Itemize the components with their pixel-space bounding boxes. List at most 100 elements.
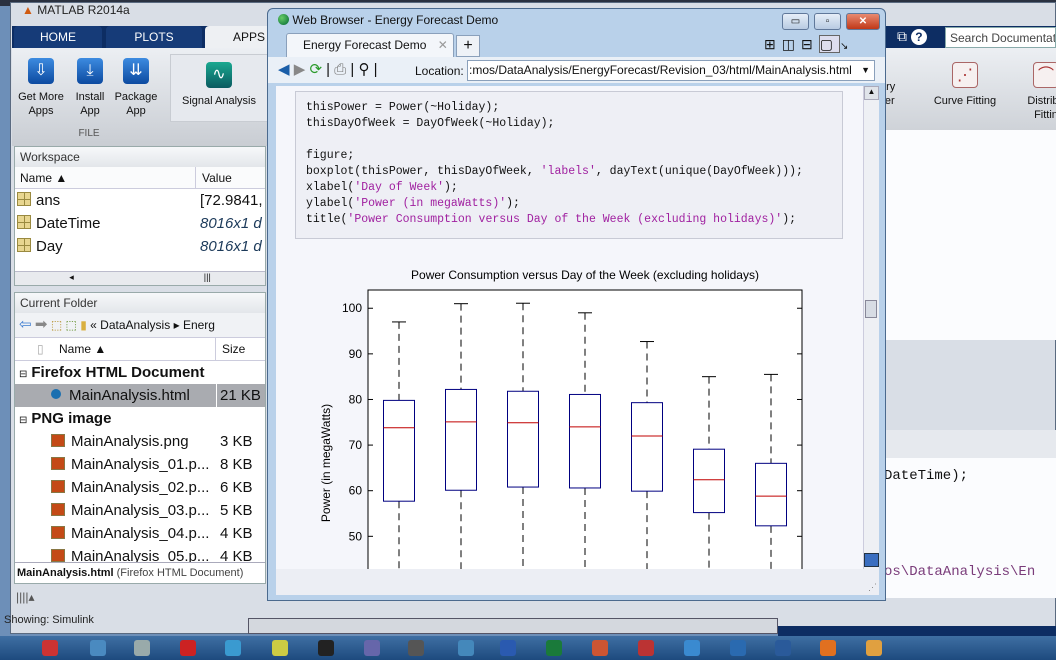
scroll-down-arrow-icon[interactable] (864, 553, 879, 567)
get-more-apps-button[interactable]: ⇩ Get More Apps (16, 58, 66, 118)
html-file-icon (51, 389, 61, 399)
status-bar (248, 618, 778, 634)
file-row[interactable]: MainAnalysis.png 3 KB (15, 430, 265, 453)
search-documentation-input[interactable]: Search Documentation (945, 27, 1056, 48)
col-value[interactable]: Value (195, 167, 232, 189)
distribution-fitting-app[interactable]: ⌒ Distribu Fittin (1018, 62, 1056, 122)
file-row[interactable]: MainAnalysis.html 21 KB (15, 384, 265, 407)
file-row[interactable]: MainAnalysis_03.p... 5 KB (15, 499, 265, 522)
matrix-icon (17, 238, 31, 252)
print-icon[interactable]: ⎙ (334, 61, 346, 78)
scroll-thumb[interactable] (865, 300, 877, 318)
signal-analysis-app[interactable]: ∿ Signal Analysis (178, 62, 260, 108)
taskbar-app-icon[interactable] (500, 640, 516, 656)
tile-vertical-icon[interactable]: ◫ (782, 36, 801, 52)
matrix-icon (17, 215, 31, 229)
taskbar-app-icon[interactable] (638, 640, 654, 656)
taskbar-app-icon[interactable] (364, 640, 380, 656)
command-window-header (886, 430, 1056, 458)
taskbar-app-icon[interactable] (134, 640, 150, 656)
forward-icon[interactable]: ➡ (35, 316, 48, 333)
refresh-icon[interactable]: ⟳ (309, 61, 322, 78)
taskbar-app-icon[interactable] (684, 640, 700, 656)
web-browser-window: Web Browser - Energy Forecast Demo ▭ ▫ ✕… (267, 8, 886, 601)
file-size: 5 KB (220, 502, 253, 519)
vertical-scrollbar[interactable]: ▲ (863, 86, 879, 569)
find-binoculars-icon[interactable]: ⚲ (359, 61, 370, 78)
folder-header: ▯ Name ▲ Size (15, 337, 265, 361)
file-name: MainAnalysis.html (69, 387, 190, 404)
file-size: 3 KB (220, 433, 253, 450)
file-row[interactable]: MainAnalysis_01.p... 8 KB (15, 453, 265, 476)
taskbar-app-icon[interactable] (546, 640, 562, 656)
workspace-header: Name ▲ Value (15, 167, 265, 189)
col-name[interactable]: Name ▲ (59, 338, 106, 360)
close-button[interactable]: ✕ (846, 13, 880, 30)
var-name-text: Day (36, 238, 63, 255)
file-size: 4 KB (220, 525, 253, 542)
tab-energy-forecast-demo[interactable]: Energy Forecast Demo ✕ (286, 33, 454, 57)
scroll-up-arrow-icon[interactable]: ▲ (864, 86, 879, 100)
tile-horizontal-icon[interactable]: ⊟ (801, 36, 819, 52)
group-header[interactable]: ⊟ PNG image (15, 407, 265, 430)
file-details: MainAnalysis.html (Firefox HTML Document… (15, 562, 265, 582)
png-file-icon (51, 549, 65, 562)
tab-home[interactable]: HOME (14, 26, 102, 48)
taskbar-app-icon[interactable] (408, 640, 424, 656)
minimize-button[interactable]: ▭ (782, 13, 809, 30)
taskbar-app-icon[interactable] (90, 640, 106, 656)
horizontal-scrollbar[interactable]: ◂ ||| (15, 271, 265, 285)
help-icon[interactable]: ? (910, 29, 927, 45)
breadcrumb-0[interactable]: « DataAnalysis (90, 318, 170, 332)
curve-fit-icon: ⋰ (952, 62, 978, 88)
browse-folder-icon[interactable]: ⬚ (66, 318, 77, 332)
package-app-button[interactable]: ⇊ Package App (112, 58, 160, 118)
group-header[interactable]: ⊟ Firefox HTML Document (15, 361, 265, 384)
tab-plots[interactable]: PLOTS (106, 26, 202, 48)
workspace-row[interactable]: Day 8016x1 d (15, 235, 265, 258)
workspace-row[interactable]: DateTime 8016x1 d (15, 212, 265, 235)
help-icons[interactable]: ⧉ ? (897, 28, 939, 46)
file-row[interactable]: MainAnalysis_04.p... 4 KB (15, 522, 265, 545)
collapse-icon[interactable]: ⊟ (19, 415, 27, 426)
col-size[interactable]: Size (215, 338, 245, 360)
y-tick-label: 90 (349, 347, 363, 361)
breadcrumb-1[interactable]: Energ (183, 318, 215, 332)
taskbar-app-icon[interactable] (866, 640, 882, 656)
maximize-button[interactable]: ▫ (814, 13, 841, 30)
dropdown-arrow-icon[interactable]: ▼ (861, 61, 870, 80)
up-folder-icon[interactable]: ⬚ (51, 318, 62, 332)
new-tab-button[interactable]: + (456, 35, 480, 57)
undock-icon[interactable]: ↘ (840, 41, 854, 52)
back-icon[interactable]: ⇦ (19, 316, 32, 333)
taskbar-app-icon[interactable] (272, 640, 288, 656)
y-tick-label: 50 (349, 529, 363, 543)
location-input[interactable]: :mos/DataAnalysis/EnergyForecast/Revisio… (467, 60, 875, 81)
taskbar-app-icon[interactable] (820, 640, 836, 656)
taskbar-app-icon[interactable] (180, 640, 196, 656)
y-axis-label: Power (in megaWatts) (319, 404, 333, 522)
single-layout-icon[interactable]: ▢ (818, 35, 840, 53)
file-icon: ▯ (37, 342, 44, 356)
taskbar-app-icon[interactable] (592, 640, 608, 656)
workspace-row[interactable]: ans [72.9841, (15, 189, 265, 212)
col-name[interactable]: Name ▲ (20, 167, 67, 189)
taskbar-app-icon[interactable] (42, 640, 58, 656)
file-row[interactable]: MainAnalysis_02.p... 6 KB (15, 476, 265, 499)
resize-grip-icon[interactable]: ⋰ (868, 582, 877, 593)
layout-grip-icon[interactable]: ||||▴ (16, 590, 35, 604)
png-file-icon (51, 434, 65, 447)
back-icon[interactable]: ◀ (278, 61, 290, 78)
tile-grid-icon[interactable]: ⊞ (764, 36, 782, 52)
close-tab-icon[interactable]: ✕ (438, 38, 448, 52)
install-app-button[interactable]: ⤓ Install App (68, 58, 112, 118)
forward-icon[interactable]: ▶ (294, 61, 306, 78)
taskbar-app-icon[interactable] (458, 640, 474, 656)
taskbar-app-icon[interactable] (775, 640, 791, 656)
taskbar-app-icon[interactable] (318, 640, 334, 656)
collapse-icon[interactable]: ⊟ (19, 369, 27, 380)
taskbar-app-icon[interactable] (225, 640, 241, 656)
curve-fitting-app[interactable]: ⋰ Curve Fitting (930, 62, 1000, 108)
taskbar-app-icon[interactable] (730, 640, 746, 656)
browser-content: thisPower = Power(~Holiday); thisDayOfWee… (276, 86, 863, 569)
